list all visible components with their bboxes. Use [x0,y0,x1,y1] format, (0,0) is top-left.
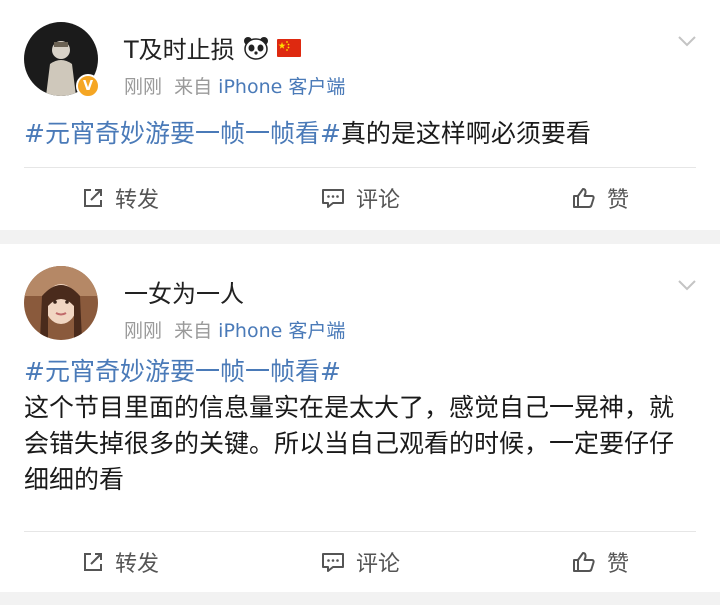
source-link[interactable]: iPhone 客户端 [218,320,345,342]
post-card: V T及时止损 刚刚 来自 iPhone 客户端 #元宵奇妙游要一帧一帧看#真的… [0,0,720,230]
comment-icon [321,189,344,208]
hashtag-link[interactable]: #元宵奇妙游要一帧一帧看# [24,119,341,148]
avatar[interactable] [24,266,98,340]
post-content: #元宵奇妙游要一帧一帧看#真的是这样啊必须要看 [24,119,591,148]
username[interactable]: 一女为一人 [124,274,244,309]
thumbs-up-icon [572,552,595,572]
weibo-feed: V T及时止损 刚刚 来自 iPhone 客户端 #元宵奇妙游要一帧一帧看#真的… [0,0,720,592]
post-meta: 刚刚 来自 iPhone 客户端 [124,320,346,342]
china-flag-icon [276,38,301,57]
comment-button[interactable]: 评论 [240,532,480,592]
hashtag-link[interactable]: #元宵奇妙游要一帧一帧看# [24,354,696,390]
like-button[interactable]: 赞 [480,168,720,228]
post-content: #元宵奇妙游要一帧一帧看# 这个节目里面的信息量实在是太大了，感觉自己一晃神，就… [24,354,696,498]
repost-button[interactable]: 转发 [0,532,240,592]
repost-button[interactable]: 转发 [0,168,240,228]
chevron-down-icon[interactable] [676,30,698,52]
post-meta: 刚刚 来自 iPhone 客户端 [124,76,346,98]
action-bar: 转发 评论 赞 [0,532,720,592]
action-bar: 转发 评论 赞 [0,168,720,228]
share-icon [83,189,102,207]
comment-icon [321,553,344,572]
chevron-down-icon[interactable] [676,274,698,296]
thumbs-up-icon [572,188,595,208]
post-card: 一女为一人 刚刚 来自 iPhone 客户端 #元宵奇妙游要一帧一帧看# 这个节… [0,244,720,592]
like-button[interactable]: 赞 [480,532,720,592]
source-link[interactable]: iPhone 客户端 [218,76,345,98]
panda-icon [243,36,269,60]
verified-badge-icon: V [76,74,100,98]
comment-button[interactable]: 评论 [240,168,480,228]
share-icon [83,553,102,571]
username[interactable]: T及时止损 [124,30,301,65]
